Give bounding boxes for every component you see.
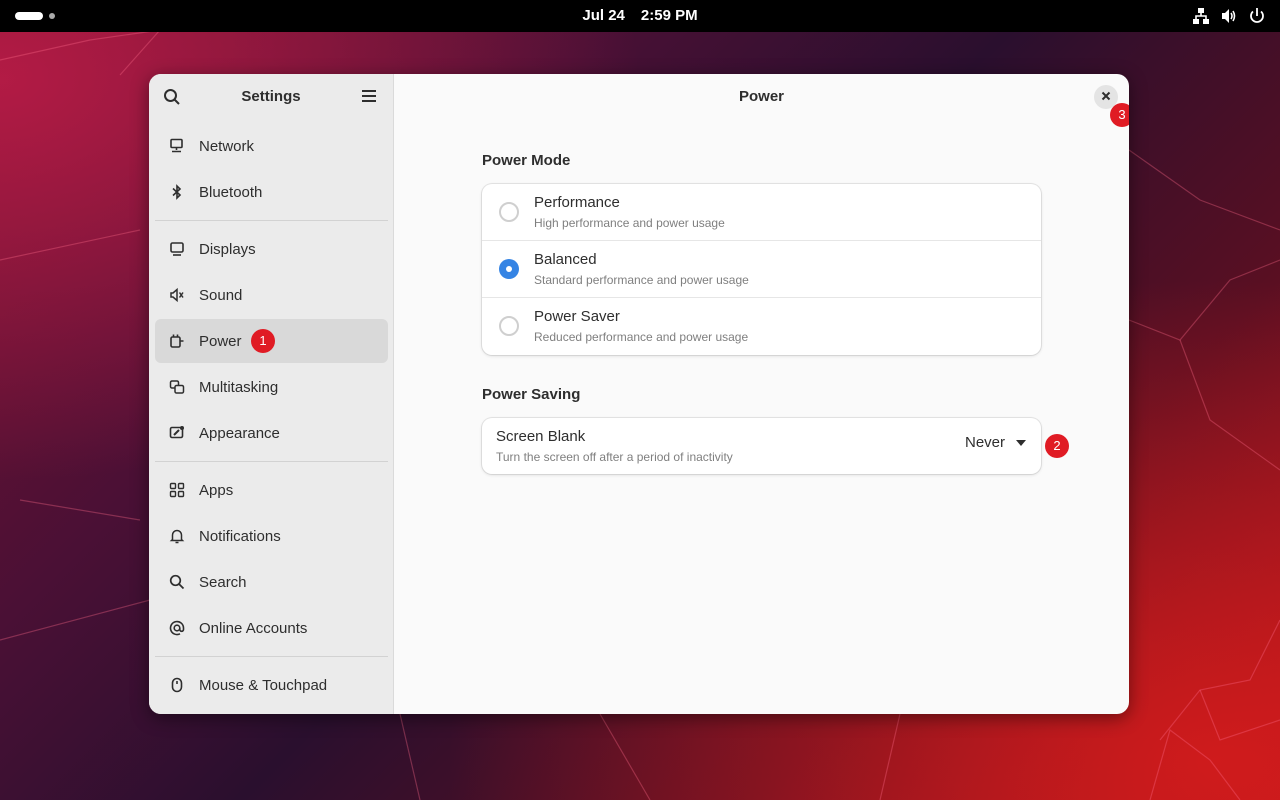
- power-mode-option-power-saver[interactable]: Power Saver Reduced performance and powe…: [482, 298, 1041, 355]
- appearance-icon: [169, 425, 185, 441]
- radio-button[interactable]: [499, 202, 519, 222]
- hamburger-menu-icon[interactable]: [361, 89, 377, 108]
- search-icon: [169, 574, 185, 590]
- sidebar-item-mouse-touchpad[interactable]: Mouse & Touchpad: [155, 663, 388, 707]
- settings-window: Settings Network Bluetooth Displays Soun…: [149, 74, 1129, 714]
- volume-icon[interactable]: [1220, 7, 1238, 25]
- radio-button[interactable]: [499, 316, 519, 336]
- sidebar-item-label: Sound: [199, 286, 243, 304]
- sidebar-item-label: Power: [199, 332, 242, 350]
- sidebar-divider: [155, 461, 388, 462]
- apps-grid-icon: [169, 482, 185, 498]
- network-wired-icon[interactable]: [1192, 7, 1210, 25]
- sidebar-item-label: Appearance: [199, 424, 280, 442]
- option-subtitle: Standard performance and power usage: [534, 273, 749, 287]
- sidebar-item-sound[interactable]: Sound: [155, 273, 388, 317]
- at-icon: [169, 620, 185, 636]
- multitasking-icon: [169, 379, 185, 395]
- power-plug-icon: [169, 333, 185, 349]
- sidebar-item-apps[interactable]: Apps: [155, 468, 388, 512]
- screen-blank-title: Screen Blank: [496, 428, 586, 445]
- screen-blank-dropdown[interactable]: Never: [965, 434, 1027, 451]
- dropdown-arrow-icon: [1015, 434, 1027, 451]
- dropdown-value: Never: [964, 434, 1005, 451]
- workspace-inactive-indicator: [49, 13, 55, 19]
- power-saving-heading: Power Saving: [482, 386, 581, 403]
- sidebar-item-bluetooth[interactable]: Bluetooth: [155, 170, 388, 214]
- sidebar-item-appearance[interactable]: Appearance: [155, 411, 388, 455]
- sidebar-item-label: Online Accounts: [199, 619, 308, 637]
- activities-indicator[interactable]: [15, 12, 55, 20]
- display-icon: [169, 241, 185, 257]
- sidebar-item-notifications[interactable]: Notifications: [155, 514, 388, 558]
- top-bar: Jul 24 2:59 PM: [0, 0, 1280, 32]
- annotation-badge: 3: [1110, 103, 1129, 127]
- close-icon: [1101, 88, 1111, 106]
- sidebar-item-search[interactable]: Search: [155, 560, 388, 604]
- sidebar-item-label: Search: [199, 573, 247, 591]
- sidebar-item-label: Notifications: [199, 527, 281, 545]
- sidebar-item-label: Mouse & Touchpad: [199, 676, 328, 694]
- bluetooth-icon: [169, 184, 185, 200]
- sidebar-item-power[interactable]: Power 1: [155, 319, 388, 363]
- bell-icon: [169, 528, 185, 544]
- clock: Jul 24 2:59 PM: [0, 0, 1280, 32]
- power-mode-heading: Power Mode: [482, 152, 571, 169]
- screen-blank-row[interactable]: Screen Blank Turn the screen off after a…: [482, 418, 1041, 474]
- sidebar-divider: [155, 656, 388, 657]
- system-tray[interactable]: [1192, 7, 1266, 25]
- radio-button-selected[interactable]: [499, 259, 519, 279]
- network-icon: [169, 138, 185, 154]
- annotation-badge: 2: [1045, 434, 1069, 458]
- page-title: Power: [738, 88, 784, 105]
- sidebar-item-label: Displays: [199, 240, 256, 258]
- sidebar-item-label: Multitasking: [199, 378, 279, 396]
- option-title: Power Saver: [534, 308, 620, 325]
- workspace-active-indicator: [15, 12, 43, 20]
- power-icon[interactable]: [1248, 7, 1266, 25]
- sidebar-item-label: Apps: [199, 481, 234, 499]
- sidebar-header: Settings: [149, 74, 393, 120]
- screen-blank-subtitle: Turn the screen off after a period of in…: [496, 450, 733, 464]
- sidebar-divider: [155, 220, 388, 221]
- option-title: Balanced: [534, 251, 597, 268]
- clock-time[interactable]: 2:59 PM: [641, 7, 698, 24]
- sidebar-title: Settings: [241, 88, 301, 105]
- sidebar-item-displays[interactable]: Displays: [155, 227, 388, 271]
- option-title: Performance: [534, 194, 620, 211]
- mouse-icon: [169, 677, 185, 693]
- sidebar-item-network[interactable]: Network: [155, 124, 388, 168]
- sidebar-item-label: Network: [199, 137, 255, 155]
- power-mode-list: Performance High performance and power u…: [482, 184, 1041, 355]
- sidebar-item-label: Bluetooth: [199, 183, 263, 201]
- sidebar-item-online-accounts[interactable]: Online Accounts: [155, 606, 388, 650]
- power-mode-option-performance[interactable]: Performance High performance and power u…: [482, 184, 1041, 241]
- option-subtitle: High performance and power usage: [534, 216, 725, 230]
- sidebar-item-multitasking[interactable]: Multitasking: [155, 365, 388, 409]
- annotation-badge: 1: [251, 329, 275, 353]
- speaker-icon: [169, 287, 185, 303]
- sidebar: Settings Network Bluetooth Displays Soun…: [149, 74, 394, 714]
- clock-date[interactable]: Jul 24: [582, 7, 625, 24]
- power-mode-option-balanced[interactable]: Balanced Standard performance and power …: [482, 241, 1041, 298]
- option-subtitle: Reduced performance and power usage: [534, 330, 749, 344]
- main-panel: Power 3 Power Mode Performance High perf…: [394, 74, 1129, 714]
- sidebar-list: Network Bluetooth Displays Sound Power 1…: [155, 124, 388, 709]
